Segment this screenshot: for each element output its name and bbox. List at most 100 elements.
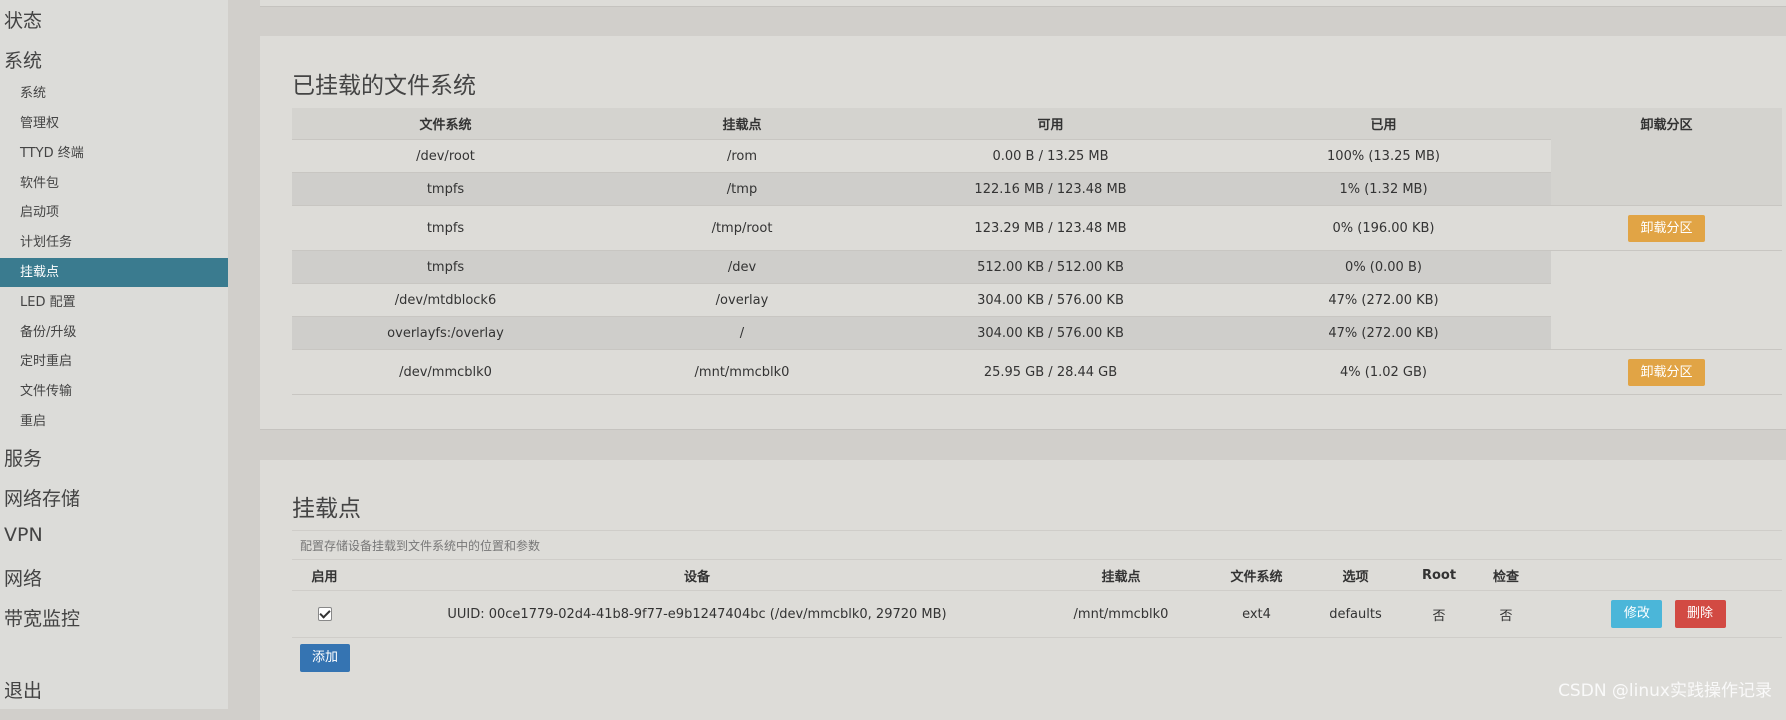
cell-mount: /overlay [599,283,885,317]
table-header: 文件系统 挂载点 可用 已用 卸载分区 [292,108,1782,140]
cell-used: 0% (0.00 B) [1216,250,1551,284]
col-enabled: 启用 [292,559,357,591]
mountpoints-description: 配置存储设备挂载到文件系统中的位置和参数 [300,539,541,553]
cell-mount: /mnt/mmcblk0 [599,349,885,395]
mounted-title: 已挂载的文件系统 [292,73,476,99]
nav-status[interactable]: 状态 [4,6,42,33]
table-row: tmpfs /tmp 122.16 MB / 123.48 MB 1% (1.3… [292,172,1782,206]
cell-fs: tmpfs [292,250,599,284]
cell-fs: tmpfs [292,172,599,206]
cell-fs: /dev/mmcblk0 [292,349,599,395]
table-header: 启用 设备 挂载点 文件系统 选项 Root 检查 [292,559,1782,591]
cell-avail: 512.00 KB / 512.00 KB [885,250,1216,284]
col-avail: 可用 [885,108,1216,140]
delete-button[interactable]: 删除 [1674,600,1726,628]
nav-sub-packages[interactable]: 软件包 [0,169,228,198]
nav-services[interactable]: 服务 [4,444,42,471]
nav-sub-ttyd[interactable]: TTYD 终端 [0,139,228,168]
nav-logout[interactable]: 退出 [4,676,42,703]
cell-used: 47% (272.00 KB) [1216,283,1551,317]
nav-sub-autoreboot[interactable]: 定时重启 [0,347,228,376]
table-row: UUID: 00ce1779-02d4-41b8-9f77-e9b1247404… [292,590,1782,638]
add-button[interactable]: 添加 [300,644,350,672]
cell-used: 4% (1.02 GB) [1216,349,1551,395]
table-row: /dev/mmcblk0 /mnt/mmcblk0 25.95 GB / 28.… [292,349,1782,395]
col-actions [1537,559,1782,591]
cell-mount: /rom [599,139,885,173]
cell-check: 否 [1475,590,1537,638]
cell-enabled [292,590,357,638]
cell-used: 0% (196.00 KB) [1216,205,1551,251]
nav-sub-admin[interactable]: 管理权 [0,109,228,138]
col-options: 选项 [1308,559,1403,591]
cell-avail: 304.00 KB / 576.00 KB [885,316,1216,350]
nav-vpn[interactable]: VPN [4,524,43,546]
cell-mount: /tmp [599,172,885,206]
col-mount: 挂载点 [599,108,885,140]
mountpoints-title: 挂载点 [292,496,361,522]
cell-avail: 304.00 KB / 576.00 KB [885,283,1216,317]
table-row: /dev/mtdblock6 /overlay 304.00 KB / 576.… [292,283,1782,317]
sidebar: 状态 系统 系统 管理权 TTYD 终端 软件包 启动项 计划任务 挂载点 LE… [0,0,228,709]
nav-sub-reboot[interactable]: 重启 [0,407,228,436]
table-row: overlayfs:/overlay / 304.00 KB / 576.00 … [292,316,1782,350]
cell-fs: tmpfs [292,205,599,251]
nav-sub-mountpoints[interactable]: 挂载点 [0,258,228,287]
cell-fs: /dev/root [292,139,599,173]
cell-avail: 0.00 B / 13.25 MB [885,139,1216,173]
col-fs: 文件系统 [292,108,599,140]
watermark: CSDN @linux实践操作记录 [1558,681,1772,701]
cell-action: 卸载分区 [1551,349,1782,395]
nav-network[interactable]: 网络 [4,564,42,591]
cell-action [1551,283,1782,317]
cell-avail: 123.29 MB / 123.48 MB [885,205,1216,251]
panel-top-remnant [260,0,1786,7]
cell-action [1551,172,1782,206]
nav-nas[interactable]: 网络存储 [4,484,80,511]
cell-fs: overlayfs:/overlay [292,316,599,350]
cell-options: defaults [1308,590,1403,638]
mountpoints-table: 启用 设备 挂载点 文件系统 选项 Root 检查 UUID: 00ce1779… [292,559,1782,638]
cell-actions: 修改 删除 [1537,590,1782,638]
cell-action [1551,139,1782,173]
nav-system[interactable]: 系统 [4,46,42,73]
nav-sub-led[interactable]: LED 配置 [0,288,228,317]
col-root: Root [1403,559,1475,591]
nav-sub-startup[interactable]: 启动项 [0,198,228,227]
nav-sub-system[interactable]: 系统 [0,79,228,108]
cell-mount: /tmp/root [599,205,885,251]
cell-used: 100% (13.25 MB) [1216,139,1551,173]
cell-action [1551,250,1782,284]
unmount-button[interactable]: 卸载分区 [1628,358,1705,386]
col-check: 检查 [1475,559,1537,591]
cell-mount: / [599,316,885,350]
cell-action: 卸载分区 [1551,205,1782,251]
table-row: /dev/root /rom 0.00 B / 13.25 MB 100% (1… [292,139,1782,173]
col-unmount: 卸载分区 [1551,108,1782,140]
table-row: tmpfs /dev 512.00 KB / 512.00 KB 0% (0.0… [292,250,1782,284]
cell-used: 1% (1.32 MB) [1216,172,1551,206]
col-device: 设备 [357,559,1037,591]
nav-bandwidth[interactable]: 带宽监控 [4,604,80,631]
cell-avail: 25.95 GB / 28.44 GB [885,349,1216,395]
mounted-filesystems-panel: 已挂载的文件系统 文件系统 挂载点 可用 已用 卸载分区 /dev/root /… [260,36,1786,430]
cell-action [1551,316,1782,350]
mounted-table: 文件系统 挂载点 可用 已用 卸载分区 /dev/root /rom 0.00 … [292,108,1782,395]
nav-sub-crontab[interactable]: 计划任务 [0,228,228,257]
divider [292,530,1782,531]
col-used: 已用 [1216,108,1551,140]
cell-mountpoint: /mnt/mmcblk0 [1037,590,1205,638]
enabled-checkbox[interactable] [317,607,332,621]
cell-mount: /dev [599,250,885,284]
edit-button[interactable]: 修改 [1611,600,1663,628]
nav-sub-filetransfer[interactable]: 文件传输 [0,377,228,406]
col-mountpoint: 挂载点 [1037,559,1205,591]
col-filesystem: 文件系统 [1205,559,1308,591]
cell-fs: /dev/mtdblock6 [292,283,599,317]
nav-sub-backup[interactable]: 备份/升级 [0,318,228,347]
cell-filesystem: ext4 [1205,590,1308,638]
cell-root: 否 [1403,590,1475,638]
unmount-button[interactable]: 卸载分区 [1628,214,1705,242]
cell-device: UUID: 00ce1779-02d4-41b8-9f77-e9b1247404… [357,590,1037,638]
cell-used: 47% (272.00 KB) [1216,316,1551,350]
